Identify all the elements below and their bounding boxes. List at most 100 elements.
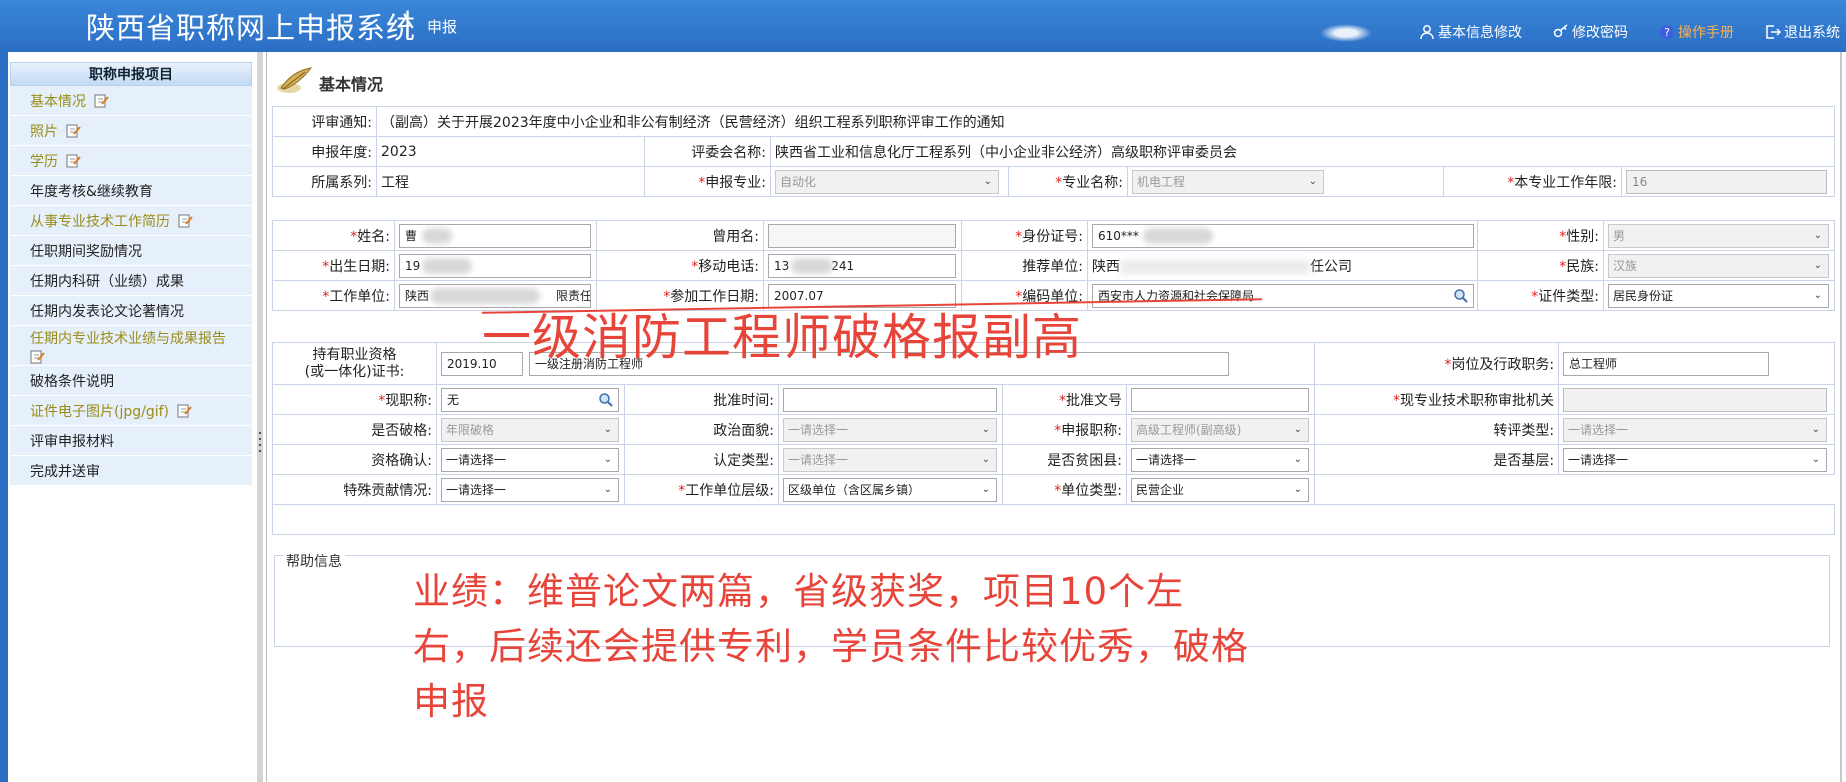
sidebar-item-assessment[interactable]: 年度考核&继续教育 <box>10 176 252 206</box>
chevron-down-icon: ⌄ <box>1308 175 1317 187</box>
id-number-input[interactable]: 610*** <box>1092 223 1474 248</box>
app-subtitle: 申报 <box>427 18 458 36</box>
header-glow-decoration <box>1320 24 1372 42</box>
sidebar-item-certificate-images[interactable]: 证件电子图片(jpg/gif) <box>10 396 252 426</box>
employer-label-cell: *工作单位: <box>272 280 395 311</box>
birth-label: 出生日期: <box>329 258 390 275</box>
series-value: 工程 <box>376 166 645 197</box>
sidebar-item-label: 证件电子图片(jpg/gif) <box>30 403 170 420</box>
app-title: 陕西省职称网上申报系统 <box>86 11 417 45</box>
birth-date-input[interactable]: 19 <box>399 253 591 278</box>
edit-icon <box>178 213 193 228</box>
alias-cell <box>763 220 962 251</box>
logout-icon <box>1764 24 1781 41</box>
chevron-down-icon: ⌄ <box>1293 423 1302 435</box>
user-icon <box>1418 24 1435 41</box>
sidebar-item-label: 任期内专业技术业绩与成果报告 <box>30 330 226 347</box>
edit-icon <box>30 349 45 364</box>
exception-select-value: 年限破格 <box>446 422 495 437</box>
poor-label: 是否贫困县: <box>1002 444 1127 475</box>
logout-link[interactable]: 退出系统 <box>1764 22 1840 42</box>
bianzhi-unit-input[interactable]: 西安市人力资源和社会保障局 <box>1092 283 1474 308</box>
approve-time-input[interactable] <box>783 387 997 412</box>
committee-value: 陕西省工业和信息化厅工程系列（中小企业非公经济）高级职称评审委员会 <box>769 136 1836 167</box>
chevron-down-icon: ⌄ <box>1813 229 1822 241</box>
transfer-select[interactable]: 一请选择一 ⌄ <box>1563 417 1828 442</box>
sidebar-item-basic[interactable]: 基本情况 <box>10 86 252 116</box>
politics-select[interactable]: 一请选择一 ⌄ <box>783 417 997 442</box>
year-value: 2023 <box>376 136 645 167</box>
approve-org-input[interactable] <box>1563 387 1828 412</box>
nation-cell: 汉族 ⌄ <box>1603 250 1835 281</box>
sidebar-item-exception-desc[interactable]: 破格条件说明 <box>10 366 252 396</box>
special-contribution-select[interactable]: 一请选择一 ⌄ <box>441 477 619 502</box>
manual-link[interactable]: ? 操作手册 <box>1658 22 1734 42</box>
redaction <box>791 257 833 274</box>
id-type-select[interactable]: 居民身份证 ⌄ <box>1608 283 1829 308</box>
specialty-select[interactable]: 机电工程 ⌄ <box>1132 169 1324 194</box>
politics-label: 政治面貌: <box>624 414 779 445</box>
approve-doc-input[interactable] <box>1131 387 1309 412</box>
unit-type-select[interactable]: 民营企业 ⌄ <box>1131 477 1309 502</box>
search-icon[interactable] <box>1453 288 1469 304</box>
name-cell: 曹 <box>394 220 597 251</box>
notice-value: （副高）关于开展2023年度中小企业和非公有制经济（民营经济）组织工程系列职称评… <box>375 106 1836 137</box>
bianzhi-cell: 西安市人力资源和社会保障局 <box>1087 280 1478 311</box>
name-label: 姓名: <box>357 228 390 245</box>
grassroots-select[interactable]: 一请选择一 ⌄ <box>1563 447 1828 472</box>
mobile-input[interactable]: 13 241 <box>768 253 956 278</box>
redaction <box>1143 227 1213 244</box>
unit-type-cell: 民营企业 ⌄ <box>1125 474 1316 505</box>
apply-title-cell: 高级工程师(副高级) ⌄ <box>1125 414 1316 445</box>
sidebar-item-photo[interactable]: 照片 <box>10 116 252 146</box>
chevron-down-icon: ⌄ <box>1293 483 1302 495</box>
chevron-down-icon: ⌄ <box>981 423 990 435</box>
specialty-label-cell: *专业名称: <box>1008 166 1128 197</box>
gender-select[interactable]: 男 ⌄ <box>1608 223 1829 248</box>
post-input[interactable]: 总工程师 <box>1563 351 1770 376</box>
mobile-label: 移动电话: <box>698 258 759 275</box>
poor-county-select[interactable]: 一请选择一 ⌄ <box>1131 447 1309 472</box>
sidebar-splitter[interactable] <box>257 52 263 782</box>
basic-info-label: 基本信息修改 <box>1438 25 1522 41</box>
alias-input[interactable] <box>768 223 956 248</box>
top-header: 陕西省职称网上申报系统 | 申报 基本信息修改 修改密码 ? 操作手册 退出系统 <box>0 0 1846 52</box>
chevron-down-icon: ⌄ <box>983 175 992 187</box>
qualification-table: 持有职业资格 (或一体化)证书: 2019.10 一级注册消防工程师 *岗位及行政… <box>271 342 1836 535</box>
edit-icon <box>94 93 109 108</box>
employer-value-start: 陕西 <box>405 288 430 303</box>
edit-icon <box>177 403 192 418</box>
idtype-cell: 居民身份证 ⌄ <box>1603 280 1835 311</box>
search-icon[interactable] <box>598 392 614 408</box>
birth-label-cell: *出生日期: <box>272 250 395 281</box>
sidebar-item-performance-report[interactable]: 任期内专业技术业绩与成果报告 <box>10 326 252 366</box>
work-years-input[interactable]: 16 <box>1626 169 1827 194</box>
special-label: 特殊贡献情况: <box>272 474 437 505</box>
recog-select[interactable]: 一请选择一 ⌄ <box>783 447 997 472</box>
change-password-link[interactable]: 修改密码 <box>1552 22 1628 42</box>
major-select[interactable]: 自动化 ⌄ <box>775 169 999 194</box>
sidebar-item-awards[interactable]: 任职期间奖励情况 <box>10 236 252 266</box>
apply-title-select[interactable]: 高级工程师(副高级) ⌄ <box>1131 417 1309 442</box>
key-icon <box>1552 24 1569 41</box>
sidebar-item-papers[interactable]: 任期内发表论文论著情况 <box>10 296 252 326</box>
sidebar-item-materials[interactable]: 评审申报材料 <box>10 426 252 456</box>
exception-select[interactable]: 年限破格 ⌄ <box>441 417 619 442</box>
sidebar-item-submit[interactable]: 完成并送审 <box>10 456 252 486</box>
current-title-input[interactable]: 无 <box>441 387 619 412</box>
chevron-down-icon: ⌄ <box>1813 289 1822 301</box>
qual-confirm-select[interactable]: 一请选择一 ⌄ <box>441 447 619 472</box>
cert-label-line1: 持有职业资格 <box>312 346 397 363</box>
basic-info-link[interactable]: 基本信息修改 <box>1418 22 1522 42</box>
svg-text:?: ? <box>1664 26 1670 39</box>
splitter-grip[interactable] <box>257 428 263 474</box>
sidebar-item-research[interactable]: 任期内科研（业绩）成果 <box>10 266 252 296</box>
name-input[interactable]: 曹 <box>399 223 591 248</box>
annotation-body: 业绩：维普论文两篇，省级获奖，项目10个左右，后续还会提供专利，学员条件比较优秀… <box>413 570 1249 723</box>
unit-level-select[interactable]: 区级单位（含区属乡镇） ⌄ <box>783 477 997 502</box>
sidebar-item-education[interactable]: 学历 <box>10 146 252 176</box>
sidebar-item-work-history[interactable]: 从事专业技术工作简历 <box>10 206 252 236</box>
unit-type-label: 单位类型: <box>1061 482 1122 499</box>
unit-level-select-value: 区级单位（含区属乡镇） <box>788 482 921 497</box>
nation-select[interactable]: 汉族 ⌄ <box>1608 253 1829 278</box>
